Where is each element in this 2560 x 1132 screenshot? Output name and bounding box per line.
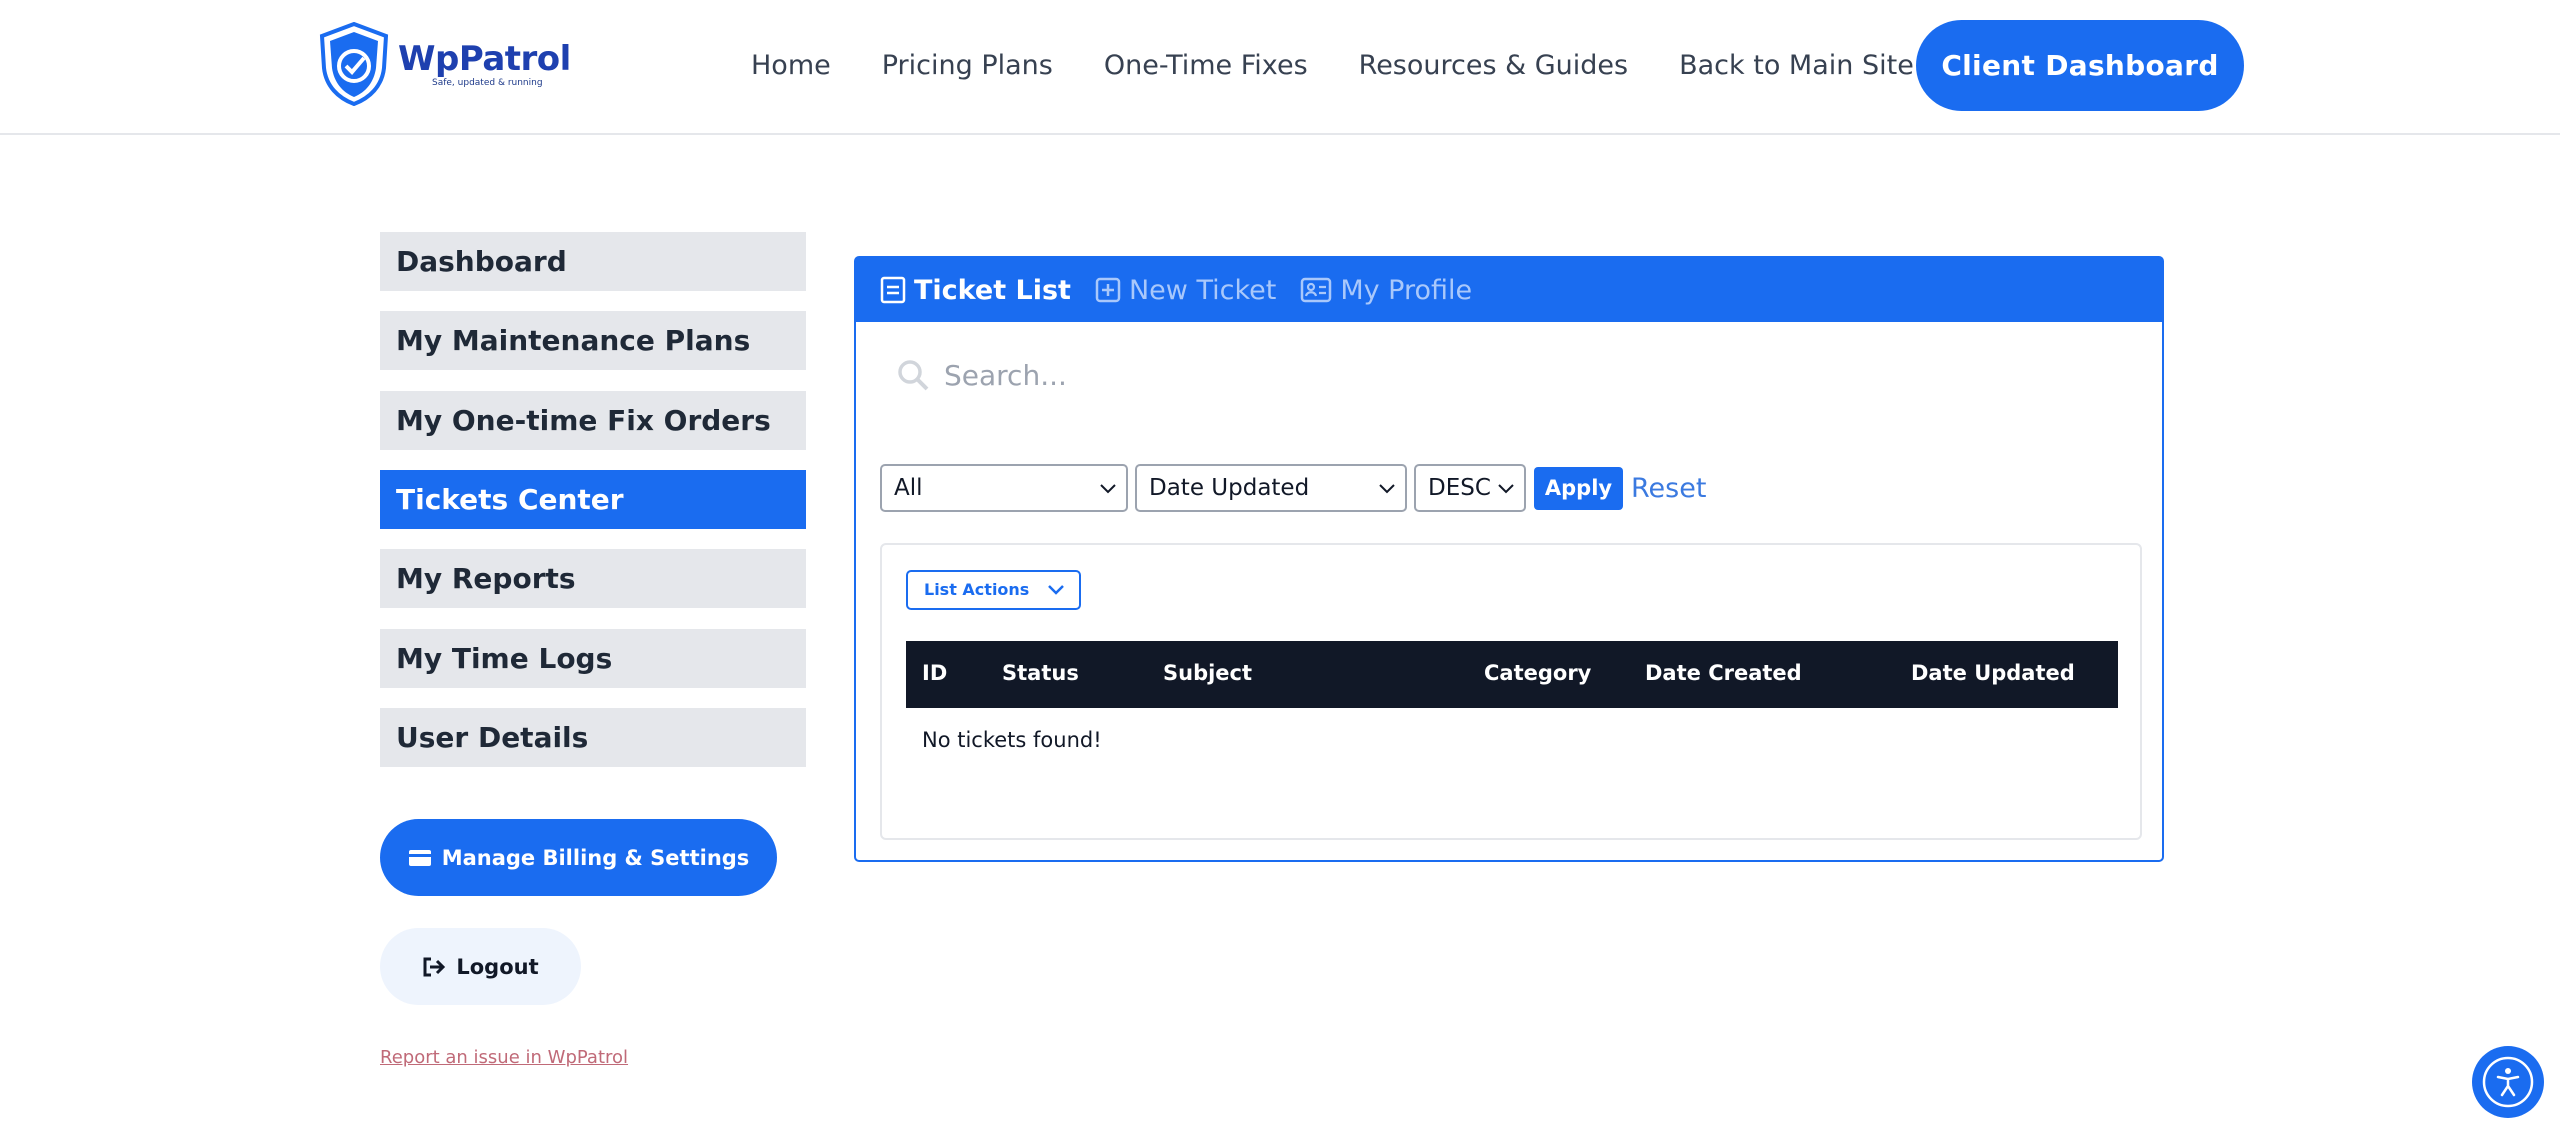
tab-new-ticket-label: New Ticket [1128,274,1277,306]
column-header-subject[interactable]: Subject [1163,661,1252,685]
nav-pricing-plans[interactable]: Pricing Plans [882,46,1053,86]
credit-card-icon [408,849,431,866]
shield-logo-icon [319,22,389,106]
chevron-down-icon [1379,484,1395,494]
plus-square-icon [1095,277,1121,303]
nav-resources-guides[interactable]: Resources & Guides [1359,46,1628,86]
filter-bar: All Date Updated DESC Apply Reset [880,464,1706,512]
chevron-down-icon [1498,484,1514,494]
accessibility-icon [2482,1056,2534,1108]
search-input[interactable]: Search... [944,359,1067,392]
list-icon [880,276,906,304]
client-dashboard-button[interactable]: Client Dashboard [1916,20,2244,111]
report-issue-link[interactable]: Report an issue in WpPatrol [380,1047,628,1068]
site-header: WpPatrol Safe, updated & running Home Pr… [0,0,2560,135]
sort-order-value: DESC [1428,475,1491,501]
apply-button[interactable]: Apply [1534,466,1623,510]
chevron-down-icon [1048,585,1064,595]
tab-my-profile[interactable]: My Profile [1300,275,1472,306]
manage-billing-label: Manage Billing & Settings [441,845,750,870]
sidebar-item-fix-orders[interactable]: My One-time Fix Orders [380,391,806,450]
sort-by-select[interactable]: Date Updated [1135,464,1407,512]
tab-ticket-list-label: Ticket List [914,274,1071,306]
logout-button[interactable]: Logout [380,928,581,1005]
manage-billing-button[interactable]: Manage Billing & Settings [380,819,777,896]
ticket-list-box: List Actions ID Status Subject Category … [880,543,2142,840]
brand-tagline: Safe, updated & running [432,78,543,88]
sidebar-item-tickets-center[interactable]: Tickets Center [380,470,806,529]
tickets-panel: Ticket List New Ticket My Profile Search… [854,256,2164,862]
nav-one-time-fixes[interactable]: One-Time Fixes [1104,46,1308,86]
column-header-status[interactable]: Status [1002,661,1079,685]
tickets-tabs: Ticket List New Ticket My Profile [856,258,2162,322]
sidebar-item-user-details[interactable]: User Details [380,708,806,767]
column-header-date-created[interactable]: Date Created [1645,661,1802,685]
sort-order-select[interactable]: DESC [1414,464,1526,512]
sidebar-item-maintenance-plans[interactable]: My Maintenance Plans [380,311,806,370]
sort-by-value: Date Updated [1149,475,1310,501]
empty-state-message: No tickets found! [922,728,1102,752]
tab-my-profile-label: My Profile [1340,274,1473,306]
logout-label: Logout [456,954,539,979]
chevron-down-icon [1100,484,1116,494]
nav-back-to-main-site[interactable]: Back to Main Site [1679,46,1914,86]
accessibility-button[interactable] [2472,1046,2544,1118]
profile-card-icon [1301,277,1332,303]
sidebar-item-reports[interactable]: My Reports [380,549,806,608]
sidebar-item-time-logs[interactable]: My Time Logs [380,629,806,688]
column-header-category[interactable]: Category [1484,661,1591,685]
sidebar-item-dashboard[interactable]: Dashboard [380,232,806,291]
column-header-id[interactable]: ID [922,661,947,685]
logout-icon [423,957,446,976]
ticket-table-header: ID Status Subject Category Date Created … [906,641,2118,708]
search-bar[interactable]: Search... [896,358,1067,392]
list-actions-dropdown[interactable]: List Actions [906,570,1081,610]
status-filter-select[interactable]: All [880,464,1128,512]
main-nav: Home Pricing Plans One-Time Fixes Resour… [751,46,1914,86]
brand-name: WpPatrol [398,39,571,79]
tab-ticket-list[interactable]: Ticket List [880,275,1071,306]
tab-new-ticket[interactable]: New Ticket [1095,275,1276,306]
search-icon [898,360,929,391]
site-logo[interactable]: WpPatrol Safe, updated & running [318,22,571,106]
reset-link[interactable]: Reset [1631,473,1706,504]
column-header-date-updated[interactable]: Date Updated [1911,661,2075,685]
list-actions-label: List Actions [924,580,1030,599]
status-filter-value: All [894,475,923,501]
nav-home[interactable]: Home [751,46,831,86]
